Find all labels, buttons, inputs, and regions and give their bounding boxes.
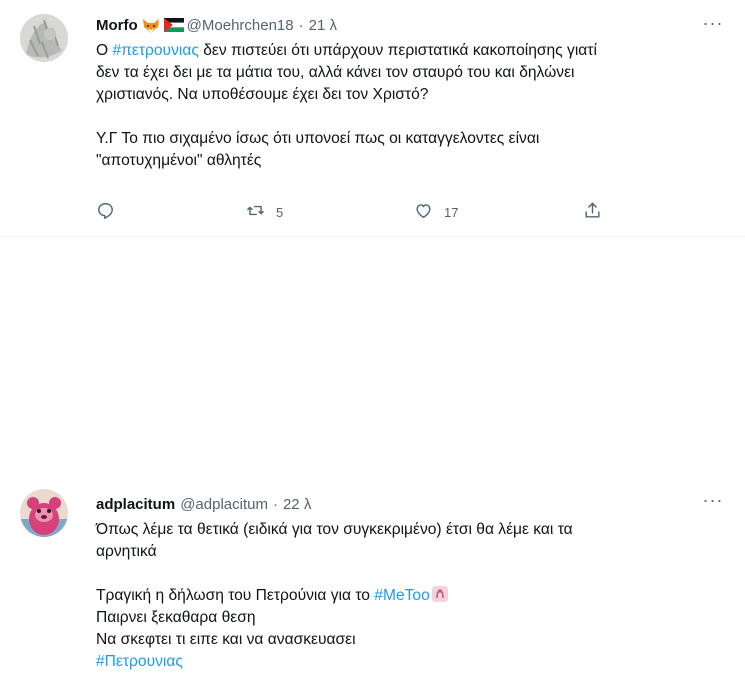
like-count: 17: [444, 204, 459, 220]
display-name[interactable]: Morfo: [96, 17, 138, 34]
handle[interactable]: @Moehrchen18: [187, 17, 294, 34]
reply-button[interactable]: [96, 201, 126, 223]
text-segment: δεν πιστεύει ότι υπάρχουν περιστατικά κα…: [198, 42, 597, 59]
avatar[interactable]: [20, 14, 68, 62]
share-button[interactable]: [583, 201, 602, 223]
timestamp[interactable]: 22 λ: [283, 496, 311, 513]
tweet-line: δεν τα έχει δει με τα μάτια του, αλλά κά…: [96, 64, 575, 81]
tweet-line: Παιρνει ξεκαθαρα θεση: [96, 609, 256, 626]
tweet-line: Ο #πετρουνιας δεν πιστεύει ότι υπάρχουν …: [96, 40, 717, 62]
heart-icon: [414, 201, 433, 223]
tweet-actions: 5 17: [96, 201, 616, 223]
tweet-adplacitum[interactable]: adplacitum @adplacitum · 22 λ ··· Όπως λ…: [0, 237, 745, 670]
palestine-flag-icon: [163, 18, 184, 32]
text-segment: Τραγική η δήλωση του Πετρούνια για το: [96, 587, 375, 604]
timestamp[interactable]: 21 λ: [309, 17, 337, 34]
tweet-line: Υ.Γ Το πιο σιχαμένο ίσως ότι υπονοεί πως…: [96, 130, 540, 147]
display-name[interactable]: adplacitum: [96, 496, 175, 513]
tweet-line: Τραγική η δήλωση του Πετρούνια για το #M…: [96, 585, 717, 607]
like-button[interactable]: 17: [414, 201, 458, 223]
share-icon: [583, 201, 602, 223]
retweet-button[interactable]: 5: [246, 201, 283, 223]
tweet-line: Όπως λέμε τα θετικά (ειδικά για τον συγκ…: [96, 521, 573, 538]
tweet-line: "αποτυχημένοι" αθλητές: [96, 152, 262, 169]
reply-icon: [96, 201, 115, 223]
separator-dot: ·: [298, 16, 304, 34]
tweet-morfo[interactable]: Morfo @Moehrchen18 · 21 λ ··· Ο #πετρουν…: [0, 0, 745, 237]
tweet-header: adplacitum @adplacitum · 22 λ: [96, 493, 705, 515]
tweet-text: Ο #πετρουνιας δεν πιστεύει ότι υπάρχουν …: [96, 40, 717, 172]
text-segment: Ο: [96, 42, 113, 59]
tweet-line: αρνητικά: [96, 543, 157, 560]
more-options-button[interactable]: ···: [701, 14, 725, 36]
tweet-line: χριστιανός. Να υποθέσουμε έχει δει τον Χ…: [96, 86, 429, 103]
retweet-count: 5: [276, 204, 284, 220]
fox-emoji-icon: [142, 18, 160, 33]
avatar[interactable]: [20, 489, 68, 537]
tweet-text: Όπως λέμε τα θετικά (ειδικά για τον συγκ…: [96, 519, 717, 673]
metoo-badge-icon: [431, 586, 448, 602]
hashtag-link[interactable]: #πετρουνιας: [112, 42, 198, 59]
separator-dot: ·: [272, 495, 278, 513]
more-options-button[interactable]: ···: [701, 491, 725, 513]
handle[interactable]: @adplacitum: [180, 496, 268, 513]
tweet-line: Να σκεφτει τι ειπε και να ανασκευασει: [96, 631, 356, 648]
hashtag-link[interactable]: #MeToo: [374, 587, 429, 604]
hashtag-link[interactable]: #Πετρουνιας: [96, 653, 183, 670]
tweet-header: Morfo @Moehrchen18 · 21 λ: [96, 14, 705, 36]
tweet-line: #Πετρουνιας: [96, 651, 717, 673]
retweet-icon: [246, 201, 265, 223]
